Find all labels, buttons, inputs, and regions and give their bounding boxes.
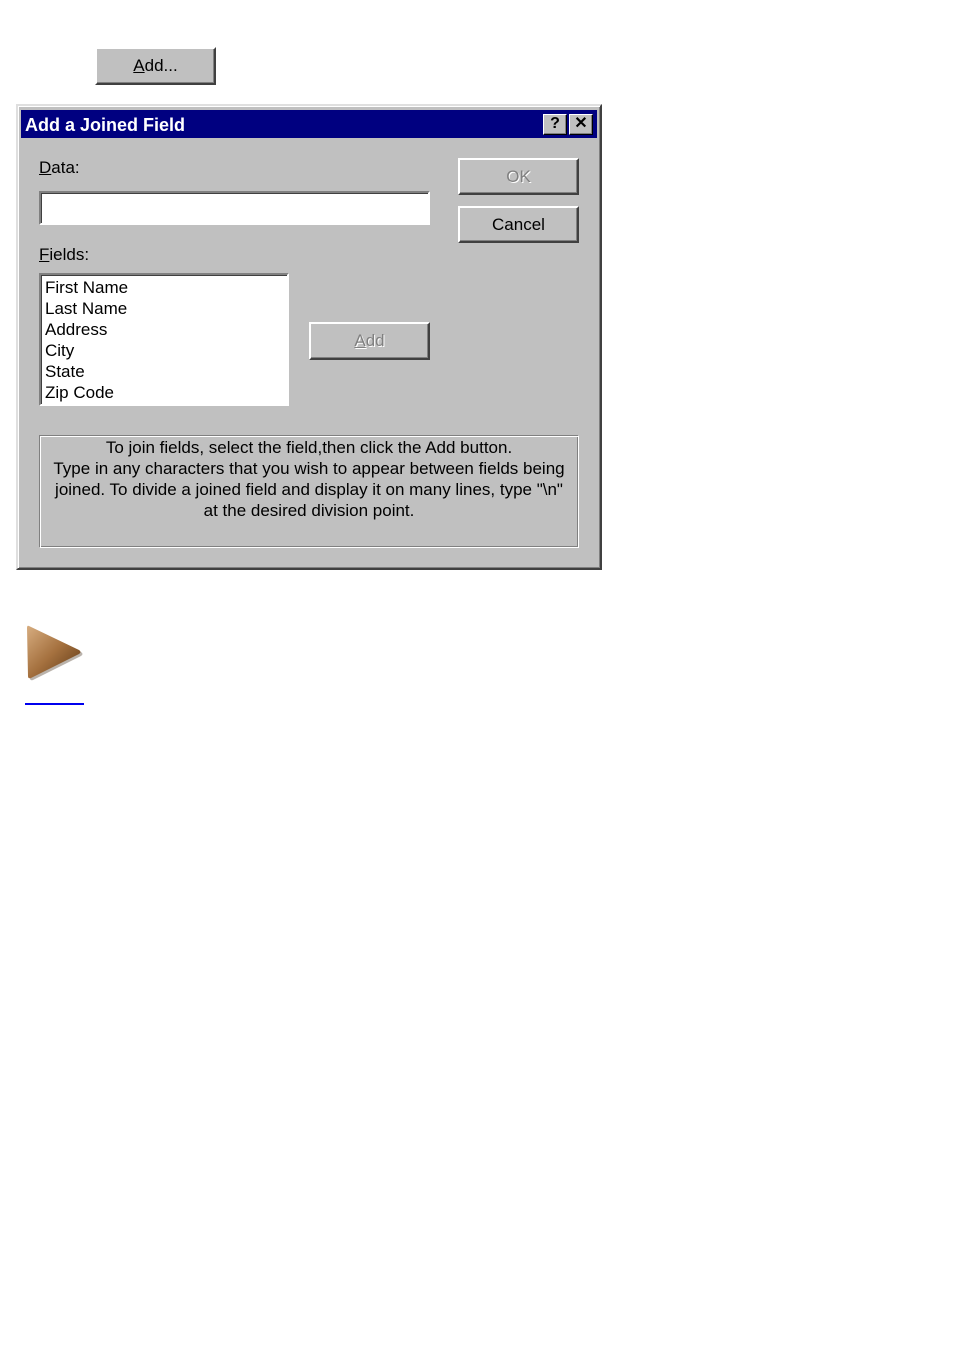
- fields-listbox[interactable]: First Name Last Name Address City State …: [39, 273, 289, 406]
- data-label-accel: D: [39, 158, 52, 177]
- next-link[interactable]: [25, 703, 84, 705]
- ok-button[interactable]: OK: [458, 158, 579, 195]
- fields-label-text: ields:: [49, 245, 90, 264]
- add-button-label: dd...: [144, 56, 178, 75]
- help-icon[interactable]: ?: [543, 114, 567, 135]
- cancel-button[interactable]: Cancel: [458, 206, 579, 243]
- list-item[interactable]: Zip Code: [45, 382, 287, 403]
- list-item[interactable]: City: [45, 340, 287, 361]
- instructions-line: Type in any characters that you wish to …: [53, 459, 565, 478]
- dialog-title: Add a Joined Field: [25, 115, 186, 135]
- instructions-line: joined. To divide a joined field and dis…: [55, 480, 563, 499]
- fields-label-accel: F: [39, 245, 50, 264]
- add-field-label: dd: [365, 331, 385, 350]
- add-joined-field-dialog: Add a Joined Field ? ✕ Data: Fields: Fir…: [16, 104, 602, 570]
- instructions-box: To join fields, select the field,then cl…: [39, 435, 579, 548]
- add-button-accel: A: [133, 56, 145, 75]
- add-field-button[interactable]: Add: [309, 322, 430, 360]
- add-joined-field-button[interactable]: Add...: [95, 47, 216, 85]
- list-item[interactable]: Address: [45, 319, 287, 340]
- list-item[interactable]: State: [45, 361, 287, 382]
- list-item[interactable]: First Name: [45, 277, 287, 298]
- add-field-accel: A: [354, 331, 366, 350]
- instructions-line: To join fields, select the field,then cl…: [105, 438, 513, 457]
- fields-label: Fields:: [39, 245, 89, 265]
- play-arrow-icon[interactable]: [22, 620, 86, 684]
- dialog-titlebar[interactable]: Add a Joined Field ? ✕: [21, 110, 597, 138]
- list-item[interactable]: Last Name: [45, 298, 287, 319]
- close-icon[interactable]: ✕: [569, 114, 593, 135]
- data-input[interactable]: [39, 191, 430, 225]
- instructions-line: at the desired division point.: [203, 501, 415, 520]
- data-label: Data:: [39, 158, 80, 178]
- data-label-text: ata:: [51, 158, 80, 177]
